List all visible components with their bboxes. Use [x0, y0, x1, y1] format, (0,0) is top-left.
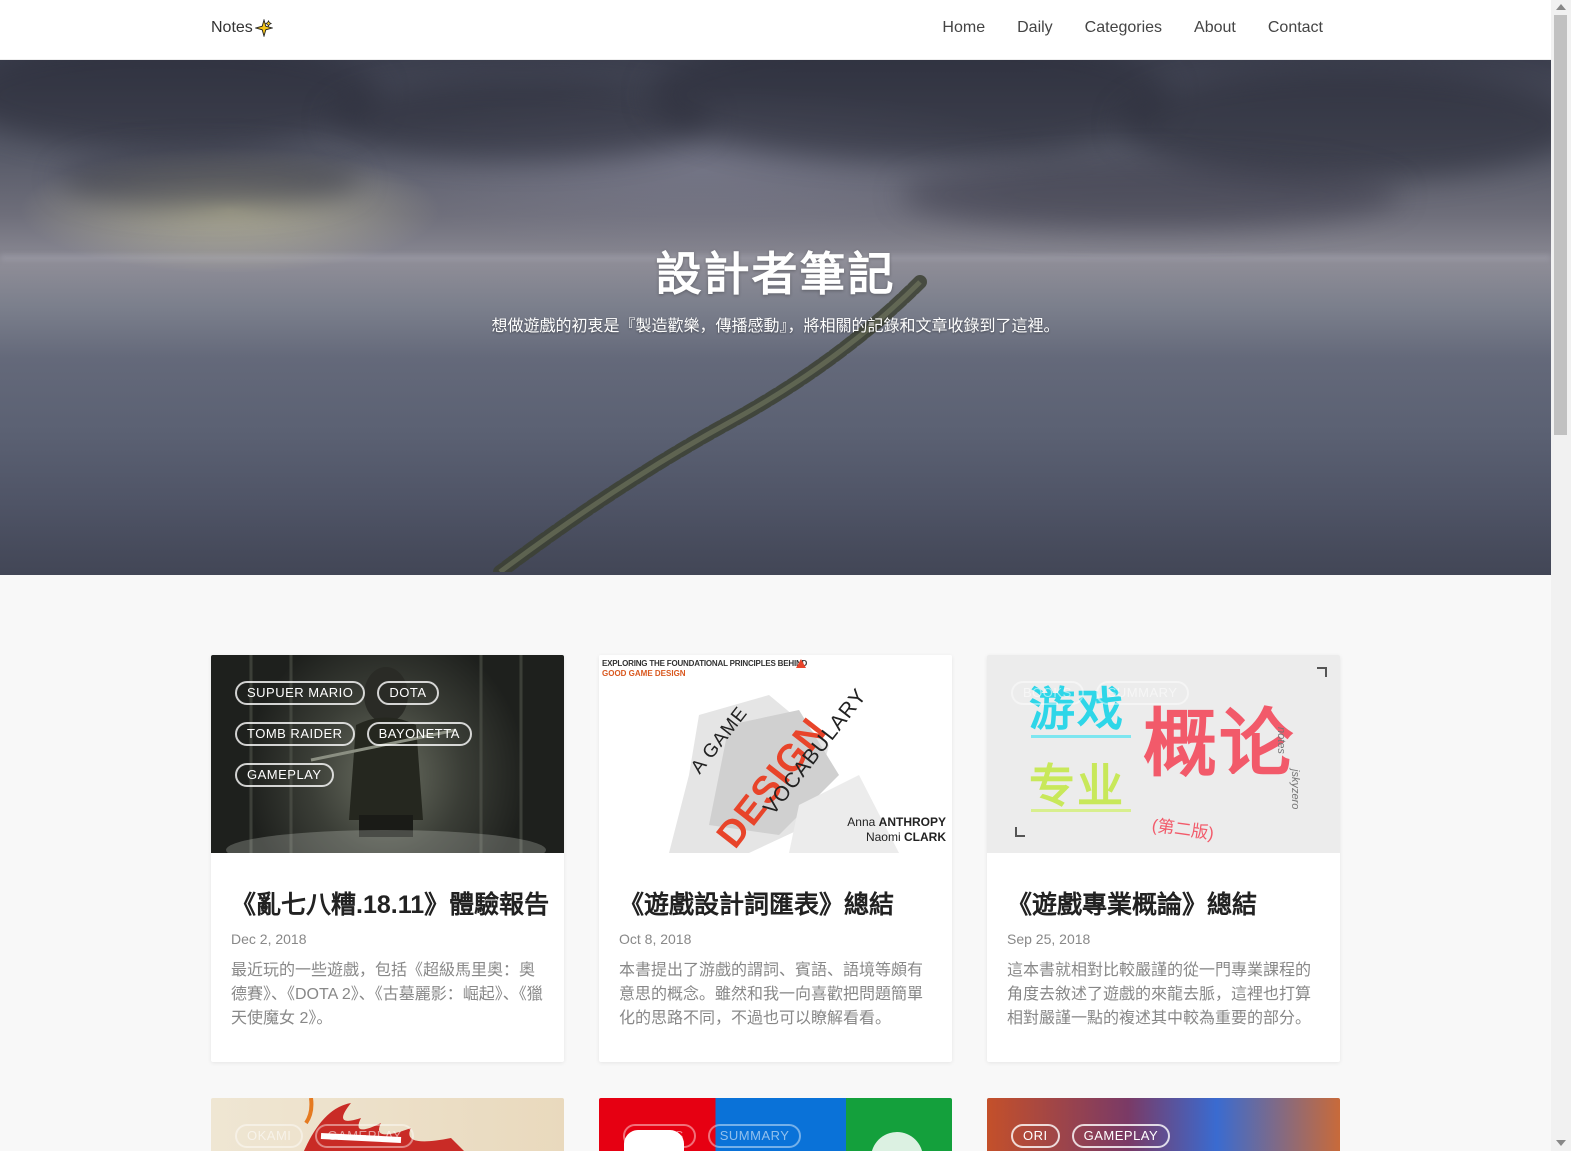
post-excerpt: 這本書就相對比較嚴謹的從一門專業課程的角度去敘述了遊戲的來龍去脈，這裡也打算相對… — [1007, 962, 1312, 1027]
post-tags: SUPUER MARIO DOTA TOMB RAIDER BAYONETTA … — [235, 681, 554, 787]
author-first: Naomi — [865, 830, 901, 844]
post-card[interactable]: OKAMI GAMEPLAY — [211, 1098, 564, 1151]
post-card[interactable]: ORI GAMEPLAY — [987, 1098, 1340, 1151]
post-card[interactable]: SUPUER MARIO DOTA TOMB RAIDER BAYONETTA … — [211, 655, 564, 1062]
cover-char-2: 专业 — [1029, 760, 1125, 812]
tag-badge[interactable]: SUPUER MARIO — [235, 681, 366, 705]
tag-badge[interactable]: ORI — [1011, 1124, 1060, 1148]
tag-badge[interactable]: GAMEPLAY — [315, 1124, 414, 1148]
sparkle-icon — [254, 19, 273, 37]
post-excerpt: 最近玩的一些遊戲，包括《超級馬里奧：奧德賽》、《DOTA 2》、《古墓麗影：崛起… — [231, 962, 543, 1027]
nav-links: Home Daily Categories About Contact — [910, 19, 1323, 37]
cover-side-text: notes — [1275, 727, 1287, 754]
tag-badge[interactable]: OKAMI — [235, 1124, 304, 1148]
tag-badge[interactable]: GAMEPLAY — [235, 763, 334, 787]
nav-home[interactable]: Home — [942, 19, 985, 37]
tag-badge[interactable]: BAYONETTA — [366, 722, 472, 746]
post-cover[interactable]: SUPUER MARIO DOTA TOMB RAIDER BAYONETTA … — [211, 655, 564, 853]
tag-badge[interactable]: BOOKS — [1011, 681, 1084, 705]
nav-about[interactable]: About — [1194, 19, 1236, 37]
post-title[interactable]: 《遊戲專業概論》總結 — [1007, 885, 1257, 921]
author-last: ANTHROPY — [878, 815, 946, 829]
cover-side-text-2: jskyzero — [1289, 769, 1301, 810]
site-subtitle: 想做遊戲的初衷是『製造歡樂，傳播感動』，將相關的記錄和文章收錄到了這裡。 — [491, 318, 1060, 335]
page-scrollbar[interactable] — [1551, 0, 1571, 1151]
tag-badge[interactable]: BOOKS — [623, 1124, 696, 1148]
tag-badge[interactable]: SUMMARY — [1095, 681, 1190, 705]
site-title: 設計者筆記 — [655, 248, 896, 300]
post-tags: BOOKS SUMMARY — [1011, 681, 1330, 705]
post-title[interactable]: 《遊戲設計詞匯表》總結 — [619, 885, 894, 921]
hero-banner: 設計者筆記 想做遊戲的初衷是『製造歡樂，傳播感動』，將相關的記錄和文章收錄到了這… — [0, 60, 1551, 575]
post-cover[interactable]: 游戏 专业 概论 (第二版) notes jskyzero BOOKS SUMM… — [987, 655, 1340, 853]
post-cover[interactable]: EXPLORING THE FOUNDATIONAL PRINCIPLES BE… — [599, 655, 952, 853]
nav-daily[interactable]: Daily — [1017, 19, 1053, 37]
tag-badge[interactable]: DOTA — [377, 681, 439, 705]
tag-badge[interactable]: TOMB RAIDER — [235, 722, 355, 746]
post-date: Oct 8, 2018 — [619, 931, 692, 947]
top-navbar: Notes Home Daily Categories About Contac… — [0, 0, 1551, 60]
post-tags: ORI GAMEPLAY — [1011, 1124, 1330, 1148]
author-first: Anna — [847, 815, 876, 829]
nav-contact[interactable]: Contact — [1268, 19, 1323, 37]
post-date: Sep 25, 2018 — [1007, 931, 1091, 947]
scroll-up-icon[interactable] — [1556, 4, 1566, 10]
post-excerpt: 本書提出了游戲的謂詞、賓語、語境等頗有意思的概念。雖然和我一向喜歡把問題簡單化的… — [619, 962, 924, 1027]
post-card[interactable]: EXPLORING THE FOUNDATIONAL PRINCIPLES BE… — [599, 655, 952, 1062]
brand-label: Notes — [211, 19, 253, 36]
tag-badge[interactable]: SUMMARY — [707, 1124, 802, 1148]
nav-categories[interactable]: Categories — [1085, 19, 1162, 37]
author-last: CLARK — [904, 830, 946, 844]
post-card[interactable]: 游戏 专业 概论 (第二版) notes jskyzero BOOKS SUMM… — [987, 655, 1340, 1062]
post-tags: OKAMI GAMEPLAY — [235, 1124, 554, 1148]
scroll-thumb[interactable] — [1554, 15, 1567, 435]
cover-authors: Anna ANTHROPY Naomi CLARK — [847, 815, 946, 845]
post-tags: BOOKS SUMMARY — [623, 1124, 942, 1148]
brand-link[interactable]: Notes — [211, 19, 273, 37]
scroll-down-icon[interactable] — [1556, 1140, 1566, 1146]
tag-badge[interactable]: GAMEPLAY — [1071, 1124, 1171, 1148]
post-card[interactable]: BOOKS SUMMARY — [599, 1098, 952, 1151]
post-title[interactable]: 《亂七八糟.18.11》體驗報告 — [231, 885, 549, 921]
post-date: Dec 2, 2018 — [231, 931, 307, 947]
